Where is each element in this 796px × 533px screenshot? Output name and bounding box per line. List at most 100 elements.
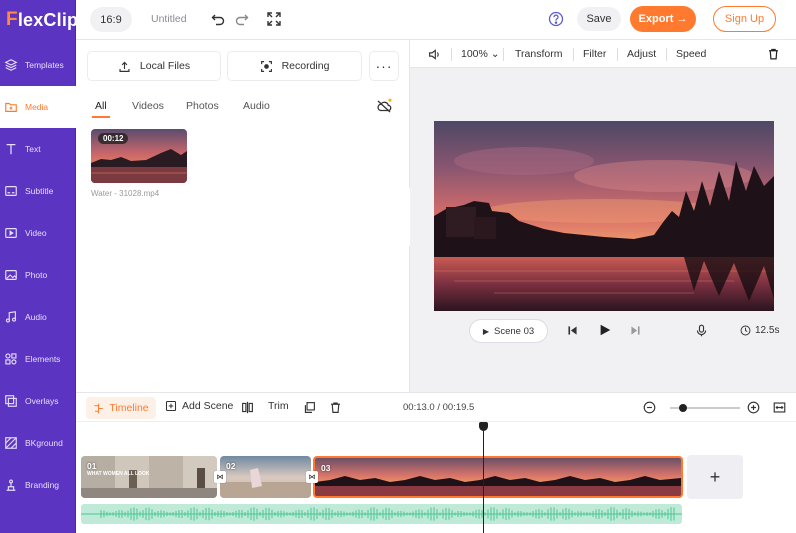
record-icon bbox=[260, 60, 272, 72]
audio-track[interactable] bbox=[81, 504, 682, 524]
video-icon bbox=[5, 228, 17, 238]
play-icon[interactable] bbox=[598, 323, 612, 337]
timeline-toggle-button[interactable]: Timeline bbox=[86, 397, 156, 419]
tab-all[interactable]: All bbox=[95, 100, 107, 112]
timeline-panel: Timeline Add Scene Trim 00:13.0 / 00:19.… bbox=[76, 392, 796, 533]
sidebar-item-label: Media bbox=[25, 102, 49, 112]
transform-button[interactable]: Transform bbox=[515, 48, 562, 60]
local-files-label: Local Files bbox=[139, 60, 191, 72]
trim-button[interactable]: Trim bbox=[268, 400, 289, 412]
volume-icon[interactable] bbox=[428, 48, 441, 61]
sidebar-item-bkground[interactable]: BKground bbox=[0, 422, 76, 464]
sidebar-item-templates[interactable]: Templates bbox=[0, 44, 76, 86]
transition-icon: ⋈ bbox=[216, 474, 224, 481]
video-preview[interactable] bbox=[434, 121, 774, 311]
transition-button[interactable]: ⋈ bbox=[306, 471, 318, 483]
clip-number: 02 bbox=[226, 461, 236, 471]
clip-number: 01 bbox=[87, 461, 97, 471]
sidebar-item-subtitle[interactable]: Subtitle bbox=[0, 170, 76, 212]
audio-waveform bbox=[81, 507, 682, 521]
recording-button[interactable]: Recording bbox=[228, 52, 361, 80]
sidebar-item-elements[interactable]: Elements bbox=[0, 338, 76, 380]
duplicate-icon[interactable] bbox=[303, 401, 316, 414]
volume-value: 100% bbox=[461, 48, 488, 60]
volume-dropdown[interactable]: 100% ⌄ bbox=[461, 48, 500, 60]
sidebar-item-text[interactable]: Text bbox=[0, 128, 76, 170]
timeline-label: Timeline bbox=[109, 402, 149, 414]
branding-icon bbox=[6, 479, 16, 491]
tab-photos[interactable]: Photos bbox=[186, 100, 219, 112]
fullscreen-icon[interactable] bbox=[266, 11, 282, 27]
sidebar-item-label: Templates bbox=[25, 60, 64, 70]
filter-button[interactable]: Filter bbox=[583, 48, 606, 60]
aspect-ratio-button[interactable]: 16:9 bbox=[90, 7, 132, 32]
background-icon bbox=[5, 437, 17, 449]
logo-text: lexClip bbox=[17, 9, 79, 30]
sidebar-item-photo[interactable]: Photo bbox=[0, 254, 76, 296]
export-button[interactable]: Export → bbox=[630, 6, 696, 32]
folder-icon bbox=[5, 102, 17, 112]
add-scene-plus-button[interactable]: + bbox=[687, 455, 743, 499]
sidebar-item-media[interactable]: Media bbox=[0, 86, 76, 128]
signup-button[interactable]: Sign Up bbox=[713, 6, 776, 32]
flexclip-logo[interactable]: FlexClip bbox=[0, 0, 79, 40]
split-icon[interactable] bbox=[241, 401, 254, 414]
sidebar-item-branding[interactable]: Branding bbox=[0, 464, 76, 506]
undo-icon[interactable] bbox=[210, 11, 226, 27]
help-icon[interactable] bbox=[548, 11, 564, 27]
speed-button[interactable]: Speed bbox=[676, 48, 706, 60]
local-files-button[interactable]: Local Files bbox=[88, 52, 220, 80]
zoom-out-icon[interactable] bbox=[643, 401, 656, 414]
zoom-slider-handle[interactable] bbox=[679, 404, 687, 412]
timecode: 00:13.0 / 00:19.5 bbox=[403, 402, 475, 413]
next-icon[interactable] bbox=[629, 324, 642, 337]
preview-toolbar: 100% ⌄ Transform Filter Adjust Speed bbox=[410, 40, 796, 68]
tab-audio[interactable]: Audio bbox=[243, 100, 270, 112]
clip-caption: WHAT WOMEN ALL LOOK bbox=[87, 471, 150, 477]
sidebar-item-audio[interactable]: Audio bbox=[0, 296, 76, 338]
delete-icon[interactable] bbox=[329, 401, 342, 414]
sidebar-item-label: Text bbox=[25, 144, 41, 154]
redo-icon[interactable] bbox=[234, 11, 250, 27]
cloud-off-icon[interactable] bbox=[376, 98, 392, 114]
play-icon: ▶ bbox=[482, 326, 489, 336]
scene-clip-03[interactable]: 03 bbox=[313, 456, 683, 498]
player-controls: ▶ Scene 03 12.5s bbox=[410, 318, 796, 344]
scene-play-button[interactable]: ▶ Scene 03 bbox=[470, 320, 547, 342]
previous-icon[interactable] bbox=[566, 324, 579, 337]
media-thumbnail[interactable]: 00:12 bbox=[91, 129, 187, 183]
microphone-icon[interactable] bbox=[695, 324, 708, 337]
scene-clip-01[interactable]: 01 WHAT WOMEN ALL LOOK bbox=[81, 456, 217, 498]
toolbar-divider bbox=[451, 48, 452, 61]
sidebar-item-video[interactable]: Video bbox=[0, 212, 76, 254]
transition-button[interactable]: ⋈ bbox=[214, 471, 226, 483]
playhead-handle[interactable] bbox=[479, 422, 488, 431]
scene-clip-02[interactable]: 02 bbox=[220, 456, 311, 498]
add-scene-label: Add Scene bbox=[182, 400, 234, 412]
timeline-icon bbox=[94, 403, 103, 413]
project-title[interactable]: Untitled bbox=[151, 13, 187, 25]
scene-label: Scene 03 bbox=[494, 325, 535, 337]
fit-width-icon[interactable] bbox=[773, 401, 786, 414]
sidebar-item-label: Overlays bbox=[25, 396, 59, 406]
adjust-button[interactable]: Adjust bbox=[627, 48, 656, 60]
trash-icon[interactable] bbox=[767, 47, 780, 61]
layers-icon bbox=[4, 59, 18, 71]
subtitle-icon bbox=[5, 186, 17, 196]
text-icon bbox=[6, 144, 16, 155]
sidebar-item-label: Photo bbox=[25, 270, 48, 280]
save-button[interactable]: Save bbox=[577, 7, 621, 31]
add-scene-button[interactable]: Add Scene bbox=[165, 400, 233, 412]
sidebar: FlexClip Templates Media Text Subtitle V… bbox=[0, 0, 79, 533]
sidebar-item-label: Video bbox=[25, 228, 47, 238]
recording-label: Recording bbox=[281, 60, 330, 72]
playhead[interactable] bbox=[483, 425, 484, 533]
sidebar-item-overlays[interactable]: Overlays bbox=[0, 380, 76, 422]
transition-icon: ⋈ bbox=[308, 474, 316, 481]
duration-value: 12.5s bbox=[755, 325, 780, 336]
zoom-in-icon[interactable] bbox=[747, 401, 760, 414]
media-filename: Water - 31028.mp4 bbox=[91, 189, 160, 198]
toolbar-divider bbox=[573, 48, 574, 61]
tab-videos[interactable]: Videos bbox=[132, 100, 164, 112]
more-options-button[interactable]: ··· bbox=[370, 52, 398, 80]
